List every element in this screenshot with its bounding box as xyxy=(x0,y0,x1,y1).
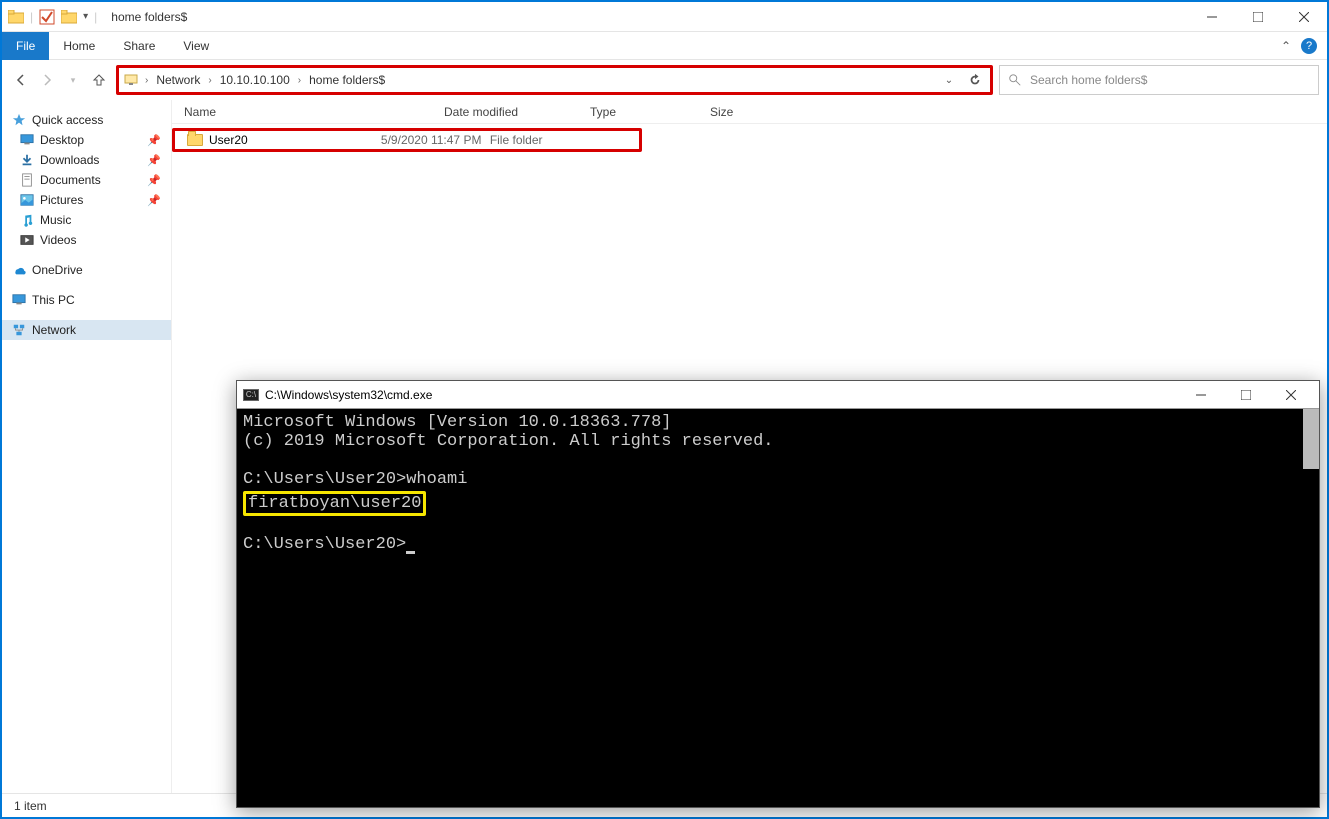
sidebar-label: This PC xyxy=(32,293,75,307)
sidebar-label: Videos xyxy=(40,233,76,247)
chevron-right-icon[interactable]: › xyxy=(143,75,150,86)
onedrive-icon xyxy=(12,263,26,277)
cmd-prompt: C:\Users\User20>whoami xyxy=(243,470,467,489)
column-headers[interactable]: Name Date modified Type Size xyxy=(172,100,1327,124)
titlebar: | ▾ | home folders$ xyxy=(2,2,1327,32)
sidebar-label: Quick access xyxy=(32,113,103,127)
tab-home[interactable]: Home xyxy=(49,32,109,60)
network-icon xyxy=(12,323,26,337)
cmd-result-highlighted: firatboyan\user20 xyxy=(243,491,426,516)
sidebar-label: Downloads xyxy=(40,153,99,167)
help-icon[interactable]: ? xyxy=(1301,38,1317,54)
pin-icon: 📌 xyxy=(147,134,161,147)
close-button[interactable] xyxy=(1281,2,1327,32)
file-type: File folder xyxy=(490,133,580,147)
minimize-button[interactable] xyxy=(1189,2,1235,32)
col-size[interactable]: Size xyxy=(710,105,790,119)
cmd-cursor xyxy=(406,551,415,554)
sidebar-item-downloads[interactable]: Downloads 📌 xyxy=(2,150,171,170)
cmd-close-button[interactable] xyxy=(1268,381,1313,409)
file-name: User20 xyxy=(209,133,248,147)
sidebar-item-videos[interactable]: Videos xyxy=(2,230,171,250)
back-button[interactable] xyxy=(10,69,32,91)
sidebar-label: OneDrive xyxy=(32,263,83,277)
forward-button[interactable] xyxy=(36,69,58,91)
pictures-icon xyxy=(20,193,34,207)
videos-icon xyxy=(20,233,34,247)
desktop-icon xyxy=(20,133,34,147)
divider: | xyxy=(94,10,97,24)
tab-view[interactable]: View xyxy=(169,32,223,60)
documents-icon xyxy=(20,173,34,187)
chevron-right-icon[interactable]: › xyxy=(206,75,213,86)
pin-icon: 📌 xyxy=(147,194,161,207)
breadcrumb-host[interactable]: 10.10.10.100 xyxy=(218,73,292,87)
address-bar[interactable]: › Network › 10.10.10.100 › home folders$ xyxy=(123,72,934,88)
nav-row: ▾ › Network › 10.10.10.100 › home folder… xyxy=(2,60,1327,100)
music-icon xyxy=(20,213,34,227)
sidebar-item-onedrive[interactable]: OneDrive xyxy=(2,260,171,280)
this-pc-icon xyxy=(12,293,26,307)
divider: | xyxy=(30,10,33,24)
window-title: home folders$ xyxy=(103,10,187,24)
qat-dropdown-icon[interactable]: ▾ xyxy=(83,11,88,22)
qat-folder-icon[interactable] xyxy=(61,10,77,24)
address-dropdown[interactable]: ⌄ xyxy=(938,69,960,91)
sidebar-label: Desktop xyxy=(40,133,84,147)
cmd-title-text: C:\Windows\system32\cmd.exe xyxy=(265,388,432,402)
cmd-line: (c) 2019 Microsoft Corporation. All righ… xyxy=(243,432,774,451)
search-box[interactable] xyxy=(999,65,1319,95)
breadcrumb-network[interactable]: Network xyxy=(154,73,202,87)
network-icon xyxy=(123,72,139,88)
breadcrumb-folder[interactable]: home folders$ xyxy=(307,73,387,87)
checkmark-icon[interactable] xyxy=(39,9,55,25)
folder-icon xyxy=(8,10,24,24)
star-icon xyxy=(12,113,26,127)
quick-access[interactable]: Quick access xyxy=(2,110,171,130)
cmd-line: Microsoft Windows [Version 10.0.18363.77… xyxy=(243,413,671,432)
col-type[interactable]: Type xyxy=(590,105,710,119)
sidebar: Quick access Desktop 📌 Downloads 📌 Docum… xyxy=(2,100,172,793)
file-row-highlighted[interactable]: User20 5/9/2020 11:47 PM File folder xyxy=(172,128,642,152)
col-name[interactable]: Name xyxy=(184,105,444,119)
file-tab[interactable]: File xyxy=(2,32,49,60)
sidebar-item-network[interactable]: Network xyxy=(2,320,171,340)
cmd-icon: C:\ xyxy=(243,389,259,401)
col-date[interactable]: Date modified xyxy=(444,105,590,119)
pin-icon: 📌 xyxy=(147,154,161,167)
address-bar-highlighted: › Network › 10.10.10.100 › home folders$… xyxy=(116,65,993,95)
up-button[interactable] xyxy=(88,69,110,91)
maximize-button[interactable] xyxy=(1235,2,1281,32)
item-count: 1 item xyxy=(14,799,47,813)
pin-icon: 📌 xyxy=(147,174,161,187)
sidebar-label: Documents xyxy=(40,173,101,187)
sidebar-item-documents[interactable]: Documents 📌 xyxy=(2,170,171,190)
sidebar-item-this-pc[interactable]: This PC xyxy=(2,290,171,310)
cmd-maximize-button[interactable] xyxy=(1223,381,1268,409)
cmd-scrollbar[interactable] xyxy=(1303,409,1319,469)
refresh-button[interactable] xyxy=(964,69,986,91)
sidebar-item-desktop[interactable]: Desktop 📌 xyxy=(2,130,171,150)
ribbon-collapse-icon[interactable]: ⌃ xyxy=(1281,39,1291,53)
cmd-output[interactable]: Microsoft Windows [Version 10.0.18363.77… xyxy=(237,409,1319,807)
ribbon: File Home Share View ⌃ ? xyxy=(2,32,1327,60)
tab-share[interactable]: Share xyxy=(109,32,169,60)
cmd-titlebar[interactable]: C:\ C:\Windows\system32\cmd.exe xyxy=(237,381,1319,409)
sidebar-label: Network xyxy=(32,323,76,337)
recent-dropdown[interactable]: ▾ xyxy=(62,69,84,91)
search-icon xyxy=(1008,73,1022,87)
cmd-window[interactable]: C:\ C:\Windows\system32\cmd.exe Microsof… xyxy=(236,380,1320,808)
sidebar-label: Music xyxy=(40,213,71,227)
downloads-icon xyxy=(20,153,34,167)
sidebar-label: Pictures xyxy=(40,193,83,207)
chevron-right-icon[interactable]: › xyxy=(296,75,303,86)
sidebar-item-music[interactable]: Music xyxy=(2,210,171,230)
sidebar-item-pictures[interactable]: Pictures 📌 xyxy=(2,190,171,210)
search-input[interactable] xyxy=(1028,72,1310,88)
cmd-prompt: C:\Users\User20> xyxy=(243,535,406,554)
folder-icon xyxy=(187,134,203,146)
cmd-minimize-button[interactable] xyxy=(1178,381,1223,409)
file-date: 5/9/2020 11:47 PM xyxy=(381,133,490,147)
